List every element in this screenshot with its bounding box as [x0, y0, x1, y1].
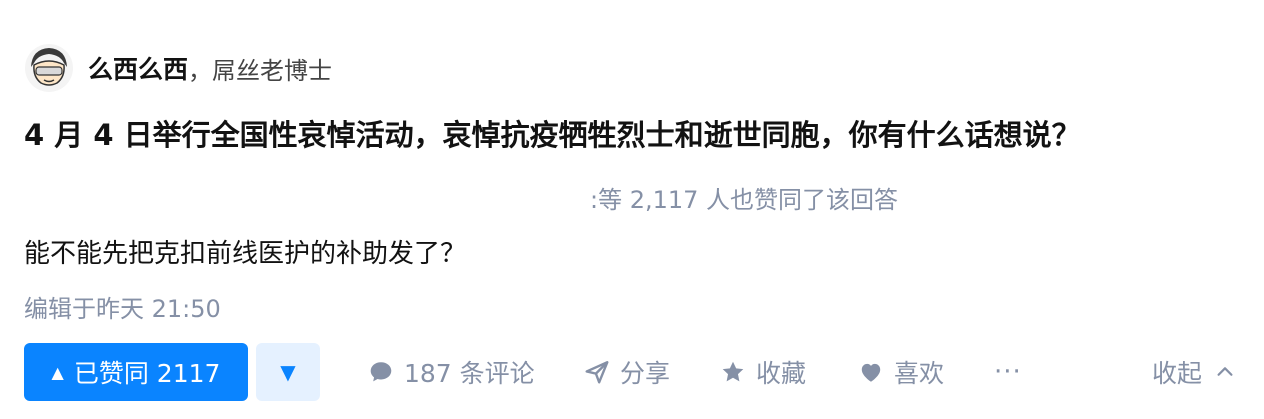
- author-bio: 屌丝老博士: [212, 56, 333, 85]
- author-separator: ，: [188, 56, 213, 85]
- action-bar: ▲ 已赞同 2117 ▼ 187 条评论 分享 收藏 喜欢 ··· 收起: [24, 343, 1244, 401]
- chevron-up-icon: [1217, 367, 1233, 376]
- star-icon: [722, 361, 744, 382]
- more-button[interactable]: ···: [994, 343, 1022, 401]
- collapse-button[interactable]: 收起: [1152, 343, 1236, 401]
- approvals-summary: :等 2,117 人也赞同了该回答: [590, 186, 899, 214]
- paper-plane-icon: [585, 361, 609, 384]
- avatar[interactable]: [24, 43, 74, 93]
- favorite-button[interactable]: 收藏: [720, 343, 806, 401]
- triangle-up-icon: ▲: [51, 362, 64, 382]
- comment-bubble-icon: [370, 362, 392, 382]
- author-row: 么西么西 ， 屌丝老博士: [24, 42, 332, 94]
- share-button[interactable]: 分享: [584, 343, 670, 401]
- more-icon: ···: [994, 357, 1022, 387]
- favorite-label: 收藏: [756, 359, 807, 388]
- comments-button[interactable]: 187 条评论: [368, 343, 535, 401]
- share-label: 分享: [620, 359, 671, 388]
- answer-content: 能不能先把克扣前线医护的补助发了？: [24, 239, 467, 269]
- vote-up-label: 已赞同 2117: [73, 359, 221, 388]
- collapse-label: 收起: [1152, 359, 1203, 388]
- edited-time[interactable]: 编辑于昨天 21:50: [24, 289, 221, 324]
- like-label: 喜欢: [894, 359, 945, 388]
- heart-icon: [861, 363, 881, 382]
- author-name[interactable]: 么西么西: [88, 50, 188, 86]
- like-button[interactable]: 喜欢: [858, 343, 944, 401]
- comments-label: 187 条评论: [404, 359, 535, 388]
- vote-down-button[interactable]: ▼: [256, 343, 320, 401]
- triangle-down-icon: ▼: [280, 360, 296, 384]
- vote-up-button[interactable]: ▲ 已赞同 2117: [24, 343, 248, 401]
- question-title[interactable]: 4 月 4 日举行全国性哀悼活动，哀悼抗疫牺牲烈士和逝世同胞，你有什么话想说？: [24, 112, 1254, 154]
